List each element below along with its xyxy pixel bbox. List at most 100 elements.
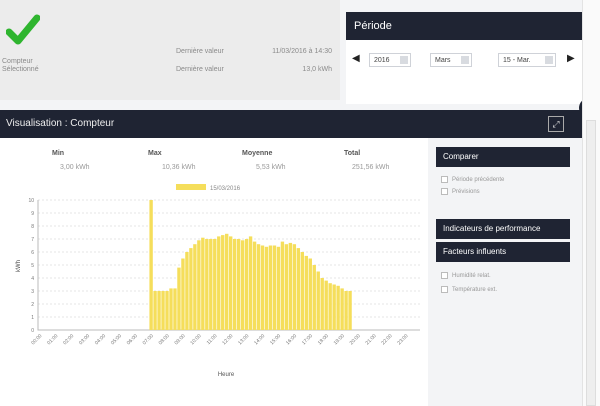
year-select[interactable]: 2016 <box>369 53 411 67</box>
chart-bar <box>225 233 229 330</box>
info-line-2: Sélectionné <box>2 66 39 73</box>
chart-bar <box>217 236 221 330</box>
stat-header-min: Min <box>52 150 65 157</box>
x-tick-label: 07:00 <box>142 333 155 346</box>
chart-bar <box>173 288 177 330</box>
chart-bar <box>232 239 237 330</box>
x-tick-label: 03:00 <box>78 333 91 346</box>
chart-bar <box>161 291 165 330</box>
chart-bar <box>205 239 209 330</box>
kpi-button[interactable]: Indicateurs de performance <box>436 219 570 239</box>
y-tick-label: 8 <box>31 224 34 230</box>
period-title: Période <box>346 12 582 40</box>
x-tick-label: 18:00 <box>317 333 330 346</box>
factor-option-temperature[interactable]: Température ext. <box>441 286 497 293</box>
spinner-icon <box>461 56 469 64</box>
month-value: Mars <box>435 57 451 64</box>
chart-bar <box>252 241 257 330</box>
chart-bar <box>296 248 301 330</box>
compare-option-forecast[interactable]: Prévisions <box>441 188 480 195</box>
expand-icon[interactable]: ⤢ <box>548 116 564 132</box>
chart-bar <box>336 285 340 330</box>
chart-bar <box>348 291 352 330</box>
chart-bar <box>221 235 225 330</box>
x-tick-label: 15:00 <box>269 333 282 346</box>
x-tick-label: 06:00 <box>126 333 139 346</box>
legend-label: 15/03/2016 <box>210 186 241 192</box>
chart-bar <box>272 245 277 330</box>
x-tick-label: 16:00 <box>285 333 298 346</box>
x-tick-label: 17:00 <box>301 333 314 346</box>
chart-bar <box>312 265 316 330</box>
spinner-icon <box>545 56 553 64</box>
x-tick-label: 22:00 <box>380 333 393 346</box>
chart-bar <box>260 245 265 330</box>
x-tick-label: 13:00 <box>237 333 250 346</box>
chart-bar <box>308 258 312 330</box>
x-tick-label: 05:00 <box>110 333 123 346</box>
stat-value-max: 10,36 kWh <box>162 164 196 171</box>
y-tick-label: 9 <box>31 211 34 217</box>
y-ticks: 0 1 2 3 4 5 6 7 8 9 10 <box>28 198 34 334</box>
y-axis-label: kWh <box>16 260 22 272</box>
y-tick-label: 0 <box>31 328 34 334</box>
spinner-icon <box>400 56 408 64</box>
y-tick-label: 2 <box>31 302 34 308</box>
day-select[interactable]: 15 - Mar. <box>498 53 556 67</box>
x-tick-label: 09:00 <box>174 333 187 346</box>
chart-bar <box>324 280 328 330</box>
scrollbar-thumb[interactable] <box>586 120 596 406</box>
month-select[interactable]: Mars <box>430 53 472 67</box>
y-tick-label: 6 <box>31 250 34 256</box>
x-tick-label: 19:00 <box>333 333 346 346</box>
info-value-2: 13,0 kWh <box>302 66 332 73</box>
chart-bar <box>264 246 269 330</box>
chart-bar <box>248 236 253 330</box>
stats-row: Min Max Moyenne Total 3,00 kWh 10,36 kWh… <box>0 148 428 176</box>
y-tick-label: 4 <box>31 276 34 282</box>
x-tick-label: 02:00 <box>62 333 75 346</box>
info-line-1: Compteur <box>2 58 33 65</box>
chart-bar <box>280 241 285 330</box>
chart-bar <box>169 288 173 330</box>
factors-button[interactable]: Facteurs influents <box>436 242 570 262</box>
chart-bar <box>236 239 241 330</box>
info-label-2: Dernière valeur <box>176 66 224 73</box>
y-tick-label: 1 <box>31 315 34 321</box>
chart-bar <box>344 291 348 330</box>
x-ticks: 00:00 01:00 02:00 03:00 04:00 05:00 06:00 07:00… <box>30 333 409 346</box>
stat-header-total: Total <box>344 150 361 157</box>
chart-bar <box>181 258 185 330</box>
visualisation-title: Visualisation : Compteur <box>0 110 582 138</box>
factor-option-humidity[interactable]: Humidité relat. <box>441 272 491 279</box>
x-tick-label: 23:00 <box>396 333 409 346</box>
chart-bar <box>149 200 153 330</box>
chart-bar <box>284 244 289 330</box>
info-label-1: Dernière valeur <box>176 48 224 55</box>
y-tick-label: 7 <box>31 237 34 243</box>
chart-bar <box>153 291 157 330</box>
check-icon <box>6 14 40 45</box>
chart-bar <box>320 278 324 330</box>
stat-header-avg: Moyenne <box>242 150 273 157</box>
prev-arrow-icon[interactable]: ◀ <box>352 53 360 64</box>
chart-bar <box>193 244 197 330</box>
x-tick-label: 21:00 <box>365 333 378 346</box>
x-tick-label: 10:00 <box>189 333 202 346</box>
compare-option-previous[interactable]: Période précédente <box>441 176 504 183</box>
chart-bar <box>157 291 161 330</box>
bar-chart: 15/03/2016 kWh Heure 012345678910 00:00 0… <box>16 184 420 378</box>
chart-bar <box>332 284 336 330</box>
chart-bar <box>201 237 205 330</box>
x-tick-label: 01:00 <box>46 333 59 346</box>
chart-bar <box>165 291 169 330</box>
x-axis-label: Heure <box>218 372 235 378</box>
next-arrow-icon[interactable]: ▶ <box>567 53 575 64</box>
y-tick-label: 3 <box>31 289 34 295</box>
year-value: 2016 <box>374 57 390 64</box>
chart-bar <box>177 267 181 330</box>
x-tick-label: 20:00 <box>349 333 362 346</box>
y-tick-label: 10 <box>28 198 34 204</box>
compare-button[interactable]: Comparer <box>436 147 570 167</box>
x-tick-label: 11:00 <box>206 333 219 346</box>
